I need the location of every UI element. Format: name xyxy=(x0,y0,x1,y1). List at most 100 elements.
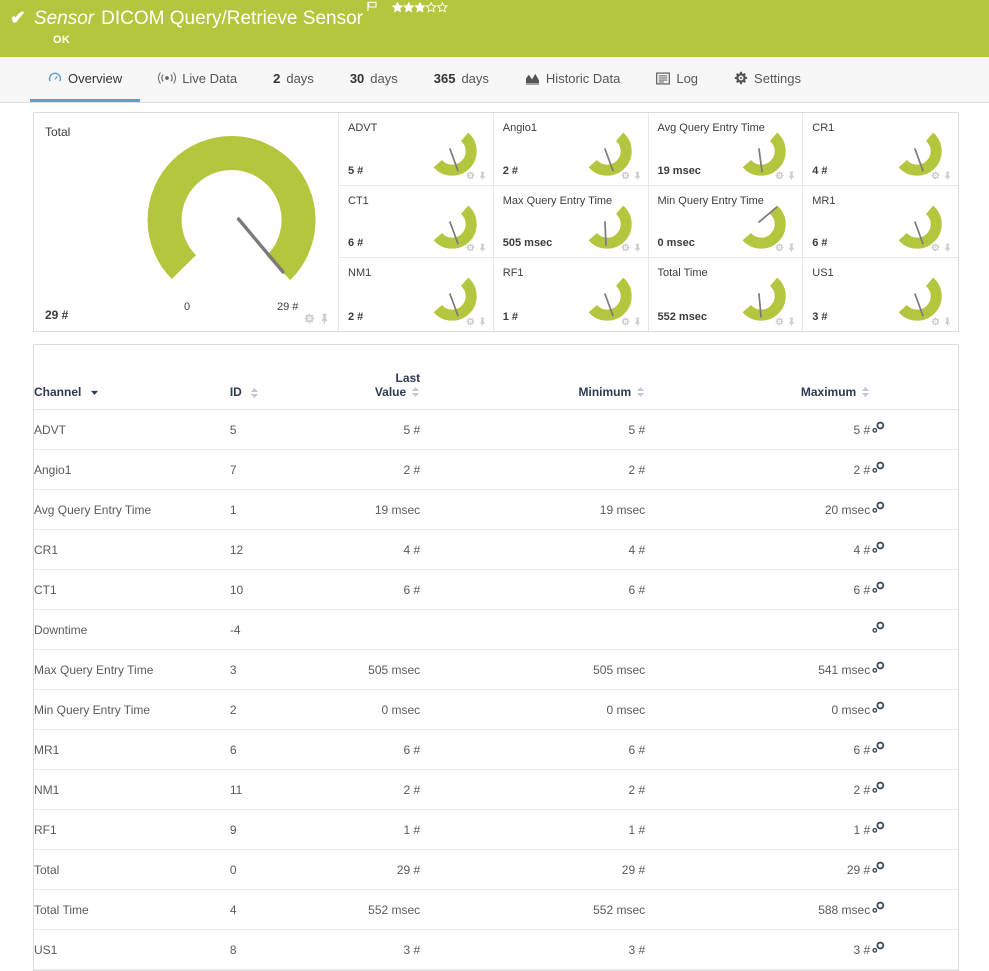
gears-icon[interactable] xyxy=(870,660,886,679)
tab-live-data[interactable]: Live Data xyxy=(140,57,255,102)
tab-log[interactable]: Log xyxy=(638,57,716,102)
gears-icon[interactable] xyxy=(870,460,886,479)
gear-icon[interactable] xyxy=(304,313,315,327)
pin-icon[interactable] xyxy=(943,315,952,329)
table-row[interactable]: Angio172 #2 #2 # xyxy=(34,450,958,490)
cell-actions[interactable] xyxy=(870,490,958,530)
tab-historic-data[interactable]: Historic Data xyxy=(507,57,638,102)
table-row[interactable]: Avg Query Entry Time119 msec19 msec20 ms… xyxy=(34,490,958,530)
gears-icon[interactable] xyxy=(870,700,886,719)
table-row[interactable]: Min Query Entry Time20 msec0 msec0 msec xyxy=(34,690,958,730)
cell-actions[interactable] xyxy=(870,690,958,730)
gauge-cell-tools[interactable] xyxy=(466,241,487,255)
gauge-cell-angio1[interactable]: Angio12 # xyxy=(494,113,649,186)
gauge-cell-tools[interactable] xyxy=(775,315,796,329)
gauge-cell-tools[interactable] xyxy=(621,241,642,255)
cell-actions[interactable] xyxy=(870,650,958,690)
gear-icon[interactable] xyxy=(775,315,784,329)
gears-icon[interactable] xyxy=(870,740,886,759)
tab-30-days[interactable]: 30days xyxy=(332,57,416,102)
gauge-cell-mr1[interactable]: MR16 # xyxy=(803,186,958,259)
column-header-last-value[interactable]: Last Value Last Value xyxy=(293,363,420,410)
gears-icon[interactable] xyxy=(870,420,886,439)
cell-actions[interactable] xyxy=(870,930,958,970)
cell-actions[interactable] xyxy=(870,410,958,450)
gear-icon[interactable] xyxy=(775,169,784,183)
gauge-cell-ct1[interactable]: CT16 # xyxy=(339,186,494,259)
tab-365-days[interactable]: 365days xyxy=(416,57,507,102)
gauge-cell-min-query-entry-time[interactable]: Min Query Entry Time0 msec xyxy=(649,186,804,259)
gauge-cell-tools[interactable] xyxy=(775,169,796,183)
gauge-cell-rf1[interactable]: RF11 # xyxy=(494,258,649,331)
flag-icon[interactable] xyxy=(367,0,378,15)
cell-actions[interactable] xyxy=(870,890,958,930)
gauge-cell-nm1[interactable]: NM12 # xyxy=(339,258,494,331)
gauge-cell-advt[interactable]: ADVT5 # xyxy=(339,113,494,186)
tab-2-days[interactable]: 2days xyxy=(255,57,332,102)
gears-icon[interactable] xyxy=(870,500,886,519)
table-row[interactable]: Total029 #29 #29 # xyxy=(34,850,958,890)
gears-icon[interactable] xyxy=(870,820,886,839)
pin-icon[interactable] xyxy=(943,169,952,183)
pin-icon[interactable] xyxy=(787,169,796,183)
cell-actions[interactable] xyxy=(870,770,958,810)
cell-actions[interactable] xyxy=(870,570,958,610)
gears-icon[interactable] xyxy=(870,620,886,639)
cell-actions[interactable] xyxy=(870,610,958,650)
gauge-cell-tools[interactable] xyxy=(931,315,952,329)
gear-icon[interactable] xyxy=(466,241,475,255)
gear-icon[interactable] xyxy=(466,169,475,183)
gauge-cell-tools[interactable] xyxy=(466,169,487,183)
gauge-cell-tools[interactable] xyxy=(931,169,952,183)
table-row[interactable]: US183 #3 #3 # xyxy=(34,930,958,970)
gear-icon[interactable] xyxy=(931,169,940,183)
pin-icon[interactable] xyxy=(633,169,642,183)
table-row[interactable]: Total Time4552 msec552 msec588 msec xyxy=(34,890,958,930)
gears-icon[interactable] xyxy=(870,780,886,799)
table-row[interactable]: RF191 #1 #1 # xyxy=(34,810,958,850)
gear-icon[interactable] xyxy=(621,315,630,329)
table-row[interactable]: CR1124 #4 #4 # xyxy=(34,530,958,570)
gear-icon[interactable] xyxy=(775,241,784,255)
tab-overview[interactable]: Overview xyxy=(30,57,140,102)
tab-settings[interactable]: Settings xyxy=(716,57,819,102)
gears-icon[interactable] xyxy=(870,540,886,559)
total-gauge-tools[interactable] xyxy=(304,313,330,327)
gear-icon[interactable] xyxy=(621,241,630,255)
cell-actions[interactable] xyxy=(870,810,958,850)
cell-actions[interactable] xyxy=(870,730,958,770)
table-row[interactable]: Max Query Entry Time3505 msec505 msec541… xyxy=(34,650,958,690)
pin-icon[interactable] xyxy=(478,169,487,183)
gauge-cell-us1[interactable]: US13 # xyxy=(803,258,958,331)
column-header-channel[interactable]: Channel xyxy=(34,363,230,410)
gear-icon[interactable] xyxy=(466,315,475,329)
table-row[interactable]: NM1112 #2 #2 # xyxy=(34,770,958,810)
table-row[interactable]: ADVT55 #5 #5 # xyxy=(34,410,958,450)
column-header-minimum[interactable]: Minimum xyxy=(420,363,645,410)
gauge-cell-tools[interactable] xyxy=(621,315,642,329)
total-gauge-cell[interactable]: Total 0 29 # 29 # xyxy=(34,113,339,331)
column-header-maximum[interactable]: Maximum xyxy=(645,363,870,410)
gauge-cell-total-time[interactable]: Total Time552 msec xyxy=(649,258,804,331)
gears-icon[interactable] xyxy=(870,580,886,599)
column-header-id[interactable]: ID xyxy=(230,363,293,410)
rating-stars[interactable] xyxy=(392,0,448,15)
gears-icon[interactable] xyxy=(870,940,886,959)
table-row[interactable]: Downtime-4 xyxy=(34,610,958,650)
pin-icon[interactable] xyxy=(319,313,330,327)
pin-icon[interactable] xyxy=(943,241,952,255)
pin-icon[interactable] xyxy=(478,241,487,255)
gears-icon[interactable] xyxy=(870,860,886,879)
gauge-cell-tools[interactable] xyxy=(931,241,952,255)
table-row[interactable]: MR166 #6 #6 # xyxy=(34,730,958,770)
gear-icon[interactable] xyxy=(931,315,940,329)
table-row[interactable]: CT1106 #6 #6 # xyxy=(34,570,958,610)
gauge-cell-tools[interactable] xyxy=(621,169,642,183)
pin-icon[interactable] xyxy=(633,241,642,255)
cell-actions[interactable] xyxy=(870,850,958,890)
cell-actions[interactable] xyxy=(870,450,958,490)
pin-icon[interactable] xyxy=(633,315,642,329)
gauge-cell-cr1[interactable]: CR14 # xyxy=(803,113,958,186)
pin-icon[interactable] xyxy=(787,241,796,255)
pin-icon[interactable] xyxy=(787,315,796,329)
